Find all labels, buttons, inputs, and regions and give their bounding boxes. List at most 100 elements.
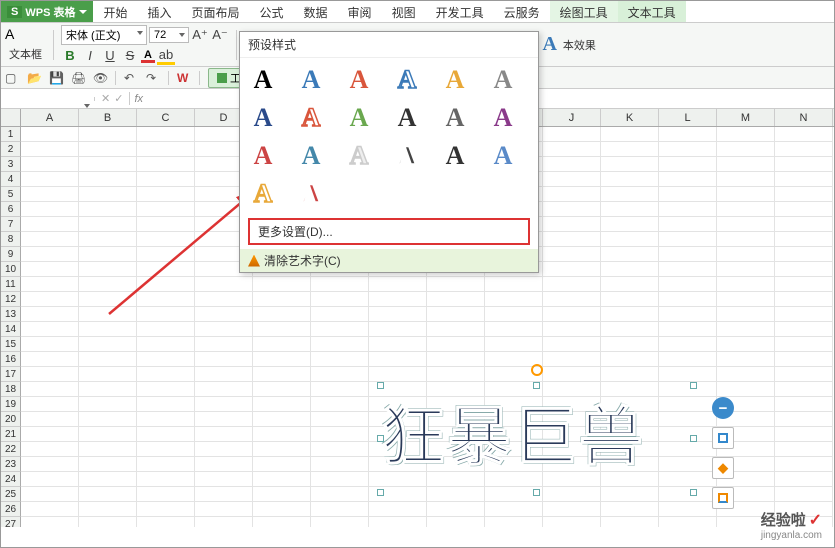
row-head[interactable]: 20	[1, 412, 21, 427]
resize-handle[interactable]	[377, 435, 384, 442]
shape-button[interactable]: ◆	[712, 457, 734, 479]
cell[interactable]	[21, 397, 79, 412]
cell[interactable]	[369, 352, 427, 367]
tab-layout[interactable]: 页面布局	[182, 1, 250, 22]
cell[interactable]	[717, 157, 775, 172]
cell[interactable]	[369, 277, 427, 292]
cell[interactable]	[775, 307, 833, 322]
cell[interactable]	[775, 232, 833, 247]
cell[interactable]	[137, 517, 195, 527]
cell[interactable]	[717, 202, 775, 217]
cell[interactable]	[659, 307, 717, 322]
cell[interactable]	[659, 232, 717, 247]
cell[interactable]	[543, 262, 601, 277]
cell[interactable]	[79, 277, 137, 292]
cell[interactable]	[21, 412, 79, 427]
cell[interactable]	[195, 412, 253, 427]
cell[interactable]	[717, 232, 775, 247]
cell[interactable]	[137, 232, 195, 247]
cell[interactable]	[137, 487, 195, 502]
cell[interactable]	[21, 127, 79, 142]
cell[interactable]	[543, 517, 601, 527]
cell[interactable]	[427, 352, 485, 367]
row-head[interactable]: 8	[1, 232, 21, 247]
outline-button[interactable]	[712, 487, 734, 509]
cell[interactable]	[137, 352, 195, 367]
row-head[interactable]: 14	[1, 322, 21, 337]
cell[interactable]	[659, 322, 717, 337]
cell[interactable]	[253, 322, 311, 337]
style-preset[interactable]: A	[344, 104, 374, 132]
cell[interactable]	[485, 277, 543, 292]
cell[interactable]	[775, 142, 833, 157]
cell[interactable]	[79, 232, 137, 247]
cell[interactable]	[775, 202, 833, 217]
strike-icon[interactable]: S	[121, 47, 139, 65]
cell[interactable]	[311, 397, 369, 412]
cell[interactable]	[369, 322, 427, 337]
cell[interactable]	[543, 307, 601, 322]
row-head[interactable]: 24	[1, 472, 21, 487]
cell[interactable]	[601, 127, 659, 142]
cell[interactable]	[79, 442, 137, 457]
col-head[interactable]: K	[601, 109, 659, 126]
row-head[interactable]: 5	[1, 187, 21, 202]
cell[interactable]	[21, 367, 79, 382]
col-head[interactable]: L	[659, 109, 717, 126]
cell[interactable]	[601, 517, 659, 527]
cell[interactable]	[137, 427, 195, 442]
cell[interactable]	[79, 367, 137, 382]
col-head[interactable]: B	[79, 109, 137, 126]
cell[interactable]	[137, 442, 195, 457]
cell[interactable]	[775, 397, 833, 412]
resize-handle[interactable]	[533, 489, 540, 496]
cell[interactable]	[659, 217, 717, 232]
cell[interactable]	[137, 382, 195, 397]
cell[interactable]	[21, 307, 79, 322]
cell[interactable]	[253, 397, 311, 412]
font-select[interactable]: 宋体 (正文)	[61, 25, 147, 45]
cell[interactable]	[21, 277, 79, 292]
cell[interactable]	[253, 307, 311, 322]
cell[interactable]	[775, 337, 833, 352]
style-preset[interactable]: A	[296, 142, 326, 170]
style-preset[interactable]: A	[296, 180, 326, 208]
tab-review[interactable]: 审阅	[338, 1, 382, 22]
col-head[interactable]: C	[137, 109, 195, 126]
cell[interactable]	[543, 202, 601, 217]
cell[interactable]	[369, 502, 427, 517]
cell[interactable]	[543, 232, 601, 247]
cell[interactable]	[79, 337, 137, 352]
cell[interactable]	[659, 247, 717, 262]
resize-handle[interactable]	[377, 382, 384, 389]
cell[interactable]	[79, 142, 137, 157]
font-color-icon[interactable]: A	[141, 49, 155, 63]
row-head[interactable]: 25	[1, 487, 21, 502]
cell[interactable]	[137, 172, 195, 187]
cell[interactable]	[79, 247, 137, 262]
cell[interactable]	[427, 307, 485, 322]
cell[interactable]	[253, 382, 311, 397]
fx-label[interactable]: fx	[130, 93, 147, 105]
wordart-object[interactable]: 狂暴巨兽	[381, 386, 693, 492]
tab-start[interactable]: 开始	[93, 1, 137, 22]
cell[interactable]	[601, 367, 659, 382]
cell[interactable]	[21, 322, 79, 337]
preview-icon[interactable]: 👁	[93, 71, 107, 85]
cell[interactable]	[21, 172, 79, 187]
row-head[interactable]: 3	[1, 157, 21, 172]
cell[interactable]	[253, 487, 311, 502]
cell[interactable]	[195, 322, 253, 337]
cell[interactable]	[543, 277, 601, 292]
cell[interactable]	[601, 247, 659, 262]
style-preset[interactable]: A	[392, 104, 422, 132]
cell[interactable]	[195, 277, 253, 292]
cell[interactable]	[659, 502, 717, 517]
cell[interactable]	[79, 172, 137, 187]
cell[interactable]	[195, 487, 253, 502]
cell[interactable]	[21, 142, 79, 157]
cell[interactable]	[775, 127, 833, 142]
cell[interactable]	[543, 367, 601, 382]
tab-data[interactable]: 数据	[294, 1, 338, 22]
cell[interactable]	[717, 337, 775, 352]
